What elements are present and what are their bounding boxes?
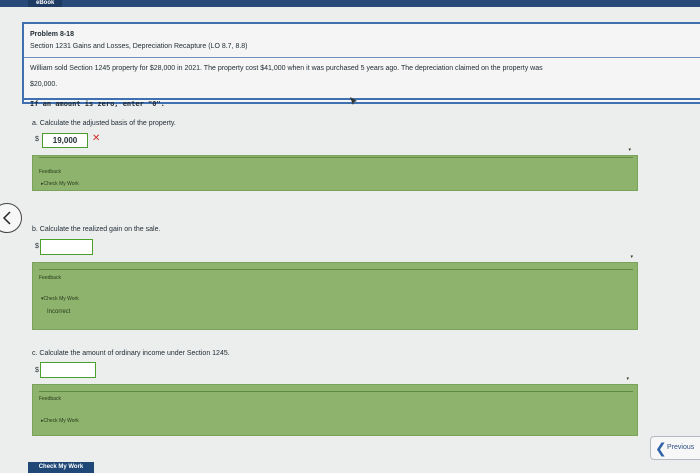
answer-input-a[interactable]: 19,000 [42,133,88,148]
problem-bottom-rule [22,98,700,100]
top-bar: eBook [0,0,700,7]
feedback-panel-b: ▾ Feedback ▾Check My Work Incorrect [32,254,638,330]
previous-label: Previous [667,444,695,451]
chevron-down-icon[interactable]: ▾ [628,147,631,153]
chevron-down-icon[interactable]: ▾ [630,254,633,260]
question-b: b. Calculate the realized gain on the sa… [32,226,161,233]
feedback-panel-a: ▾ Feedback ▸Check My Work [32,147,638,191]
problem-statement: Problem 8-18 Section 1231 Gains and Loss… [22,22,700,108]
chevron-down-icon[interactable]: ▾ [626,376,629,382]
feedback-message-b: Incorrect [47,309,71,315]
feedback-divider [39,269,633,270]
problem-body-line-2: $20,000. [30,81,58,88]
feedback-label-c: Feedback [39,396,61,402]
currency-symbol-b: $ [35,243,39,250]
currency-symbol-a: $ [35,136,39,143]
previous-button[interactable]: ❮ Previous [650,436,700,460]
check-my-work-toggle-a[interactable]: ▸Check My Work [41,181,79,187]
question-c: c. Calculate the amount of ordinary inco… [32,350,230,357]
feedback-label-a: Feedback [39,169,61,175]
problem-divider [24,57,700,58]
incorrect-x-icon: ✕ [92,133,101,144]
chevron-left-icon: ❮ [655,440,667,456]
problem-subtitle: Section 1231 Gains and Losses, Depreciat… [30,43,248,50]
question-a: a. Calculate the adjusted basis of the p… [32,120,176,127]
zero-instruction: If an amount is zero, enter "0". [30,100,165,108]
chevron-left-icon [3,211,11,225]
problem-body: William sold Section 1245 property for $… [30,61,700,93]
feedback-label-b: Feedback [39,275,61,281]
collapse-panel-button[interactable] [0,203,22,233]
answer-input-c[interactable] [40,362,96,378]
feedback-divider [39,157,633,158]
mouse-cursor-icon [350,97,357,105]
check-my-work-toggle-b[interactable]: ▾Check My Work [41,296,79,302]
check-my-work-toggle-c[interactable]: ▸Check My Work [41,418,79,424]
feedback-divider [39,391,633,392]
problem-body-line-1: William sold Section 1245 property for $… [30,65,543,72]
feedback-panel-c: ▾ Feedback ▸Check My Work [32,376,638,436]
problem-title: Problem 8-18 [30,31,74,38]
check-my-work-button[interactable]: Check My Work [28,462,94,473]
currency-symbol-c: $ [35,367,39,374]
answer-input-b[interactable] [40,239,93,255]
ebook-tab[interactable]: eBook [28,0,63,7]
